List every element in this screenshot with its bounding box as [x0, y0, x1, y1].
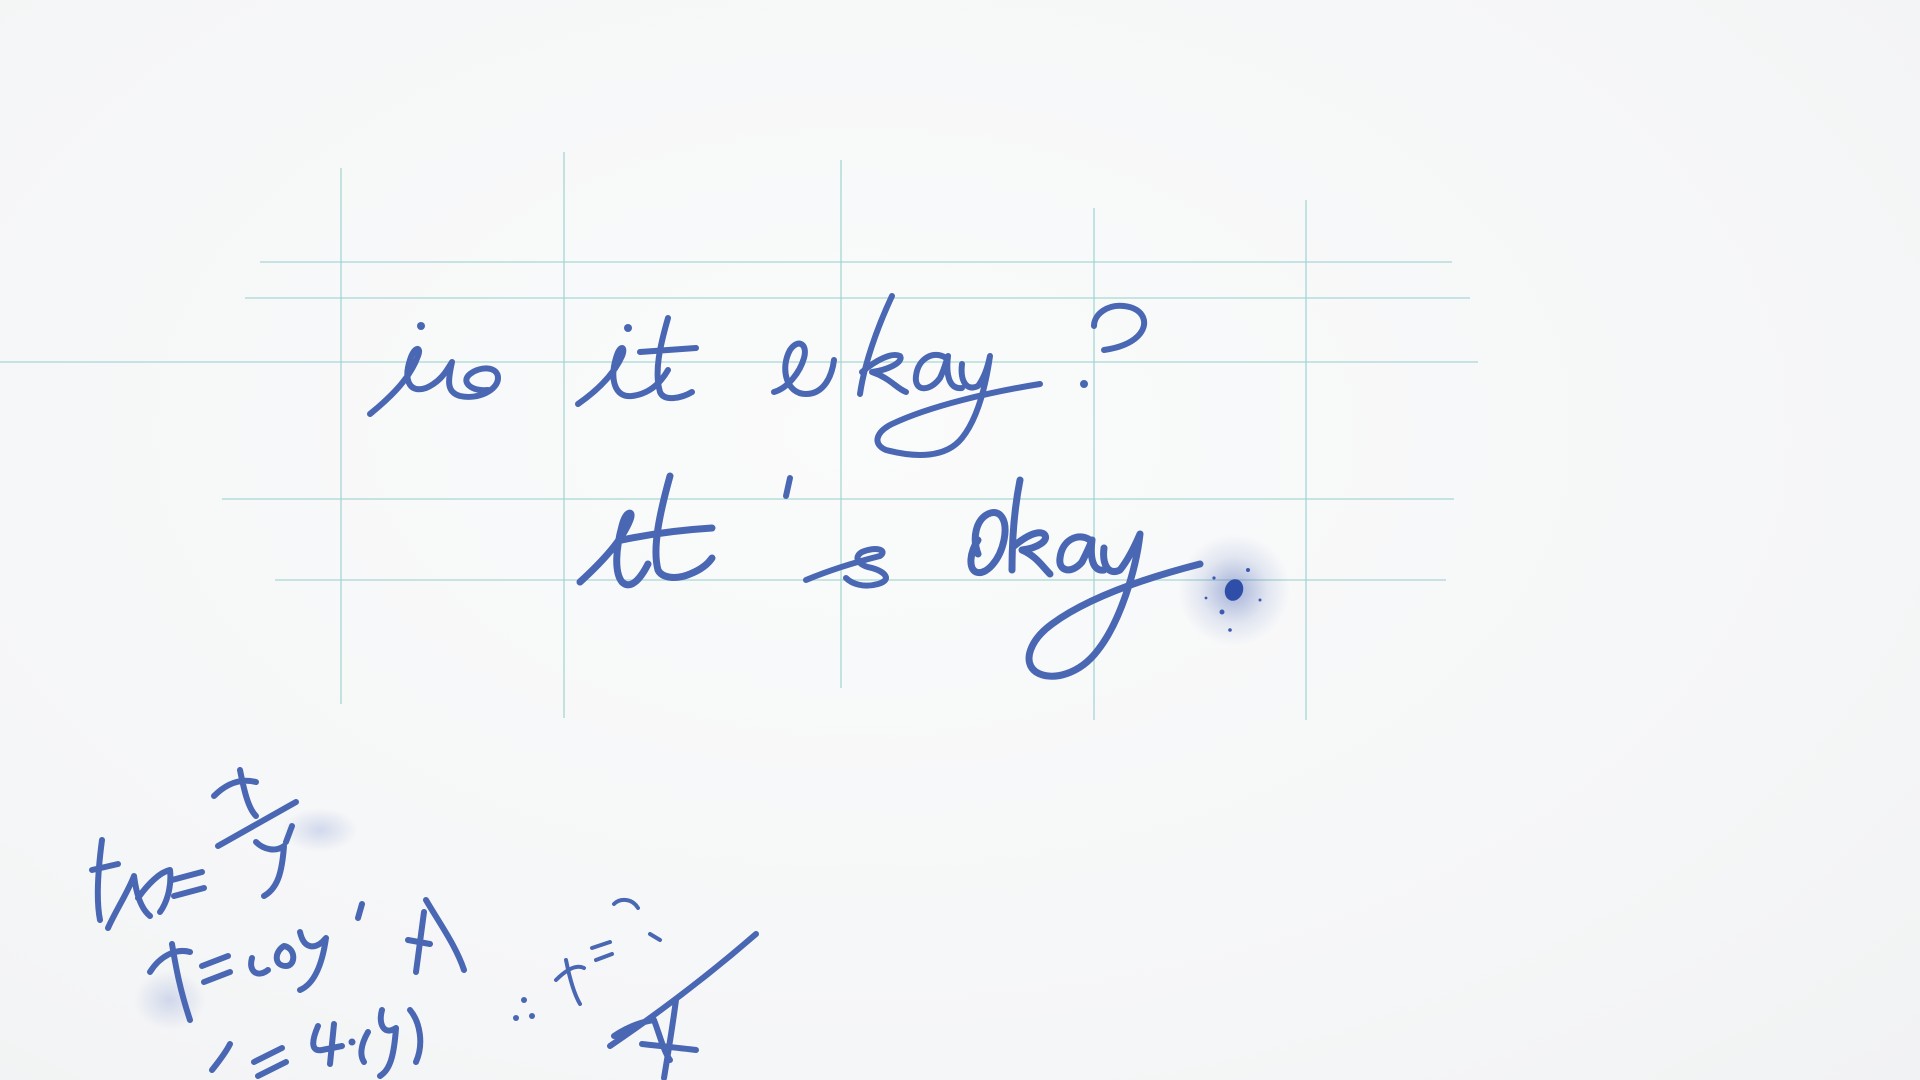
equation-2	[147, 901, 365, 1023]
ink-speck-2	[1246, 568, 1250, 572]
ink-speck-5	[1258, 598, 1262, 602]
question-mark	[1091, 302, 1148, 353]
therefore-dot-1	[513, 1015, 519, 1021]
handwritten-line-1	[367, 293, 1148, 458]
ink-speck-1	[1219, 609, 1225, 615]
ink-speck-4	[1228, 628, 1232, 632]
ink-smudge-2	[134, 970, 206, 1030]
dot-i-2	[624, 324, 632, 332]
dot-i-1	[417, 322, 425, 330]
therefore-dot-2	[529, 1013, 535, 1019]
question-mark-dot	[1080, 380, 1088, 388]
word-okay-1	[771, 293, 1043, 458]
handwritten-line-2	[576, 472, 1290, 680]
therefore-dot-3	[521, 997, 527, 1003]
equation-1-fx	[89, 837, 207, 931]
word-it-2	[576, 472, 716, 589]
therefore-note	[554, 897, 662, 1006]
word-okay-2	[967, 476, 1204, 680]
ink-speck-6	[1204, 596, 1208, 600]
equation-3-dot	[348, 1038, 356, 1046]
drawing-surface	[0, 152, 1478, 1080]
word-it	[575, 315, 699, 407]
ink-speck-3	[1212, 576, 1216, 580]
grid-vertical-lines	[340, 152, 1307, 720]
crossed-out-scribble	[607, 931, 759, 1080]
math-scribbles	[89, 767, 759, 1080]
grid-horizontal-lines	[0, 261, 1478, 581]
word-is	[367, 346, 501, 417]
equation-3	[209, 897, 467, 1079]
apostrophe	[783, 475, 793, 499]
paper-canvas: is it okay ? it's okay. f(x)= x/y , x = …	[0, 0, 1920, 1080]
